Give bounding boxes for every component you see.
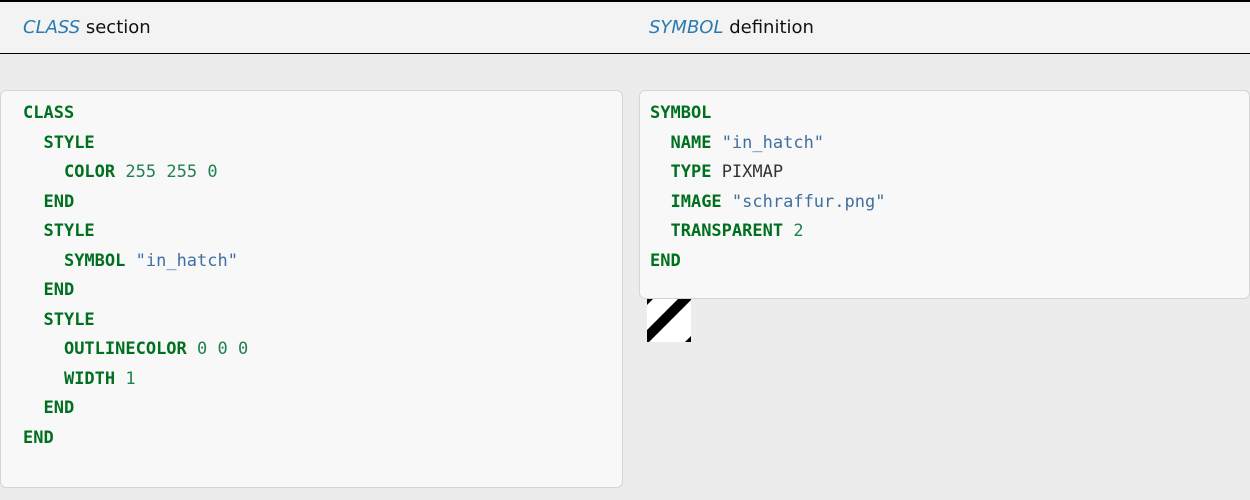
code-keyword: STYLE (43, 309, 95, 330)
code-line: TRANSPARENT 2 (650, 217, 1249, 247)
code-keyword: IMAGE (670, 191, 722, 212)
code-line: END (23, 276, 622, 306)
code-line: COLOR 255 255 0 (23, 158, 622, 188)
code-number: 0 (238, 339, 249, 359)
code-keyword: END (43, 280, 75, 300)
diagonal-hatch-image (647, 299, 691, 342)
header-text: section (80, 17, 151, 38)
code-number: 255 (125, 162, 157, 182)
code-keyword: CLASS (23, 103, 75, 123)
code-line: END (23, 188, 622, 218)
code-number: 2 (793, 221, 804, 241)
code-number: 1 (125, 368, 136, 389)
code-keyword: STYLE (43, 132, 95, 153)
code-keyword: WIDTH (63, 368, 116, 389)
code-string: "schraffur.png" (731, 191, 886, 212)
code-number: 0 (197, 339, 208, 359)
code-text: PIXMAP (721, 162, 784, 182)
code-line: CLASS (23, 99, 622, 129)
header-text: definition (723, 17, 814, 38)
code-line: END (650, 247, 1249, 277)
code-keyword: TRANSPARENT (670, 221, 784, 241)
code-number: 0 (207, 162, 218, 182)
code-line: SYMBOL (650, 99, 1249, 129)
code-line: OUTLINECOLOR 0 0 0 (23, 335, 622, 365)
column-header-class-section: CLASS section (0, 2, 630, 53)
code-line: WIDTH 1 (23, 365, 622, 395)
column-header-symbol-definition: SYMBOL definition (630, 2, 1250, 53)
code-line: IMAGE "schraffur.png" (650, 188, 1249, 218)
code-keyword: SYMBOL (63, 250, 126, 271)
code-line: TYPE PIXMAP (650, 158, 1249, 188)
code-line: SYMBOL "in_hatch" (23, 247, 622, 277)
header-emphasis: SYMBOL (649, 17, 724, 38)
code-keyword: OUTLINECOLOR (63, 339, 187, 359)
code-keyword: END (23, 427, 54, 448)
header-emphasis: CLASS (23, 17, 81, 38)
code-keyword: END (43, 398, 75, 418)
code-line: END (23, 394, 622, 424)
code-line: STYLE (23, 306, 622, 336)
code-line: STYLE (23, 129, 622, 159)
code-keyword: SYMBOL (650, 103, 712, 123)
code-keyword: NAME (670, 132, 712, 153)
code-keyword: COLOR (63, 162, 116, 182)
symbol-code-block: SYMBOL NAME "in_hatch" TYPE PIXMAP IMAGE… (639, 90, 1250, 299)
code-keyword: TYPE (670, 162, 712, 182)
code-number: 0 (217, 339, 228, 359)
code-keyword: END (650, 250, 681, 271)
code-string: "in_hatch" (135, 250, 238, 271)
code-string: "in_hatch" (721, 132, 825, 153)
code-line: NAME "in_hatch" (650, 129, 1249, 159)
code-keyword: STYLE (43, 221, 95, 241)
code-line: STYLE (23, 217, 622, 247)
code-number: 255 (166, 162, 198, 182)
class-code-block: CLASS STYLE COLOR 255 255 0 END STYLE SY… (0, 90, 623, 488)
code-line: END (23, 424, 622, 454)
code-keyword: END (43, 191, 75, 212)
